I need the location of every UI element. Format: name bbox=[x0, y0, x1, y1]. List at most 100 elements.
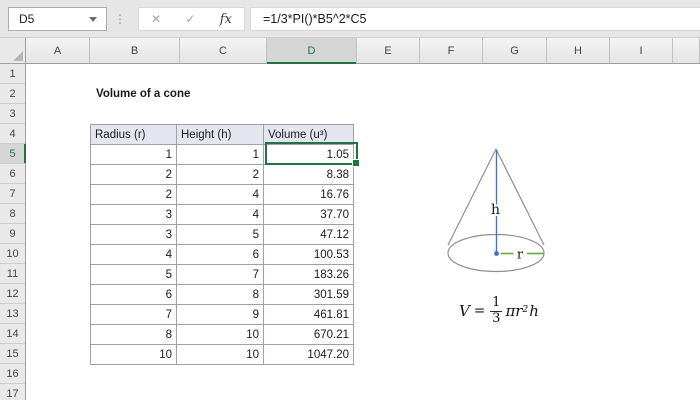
column-header-I[interactable]: I bbox=[610, 38, 673, 63]
table-cell[interactable]: 301.59 bbox=[264, 285, 354, 305]
formula-buttons: ✕ ✓ fx bbox=[138, 7, 245, 31]
fill-handle[interactable] bbox=[352, 159, 360, 167]
equation-numerator: 1 bbox=[492, 294, 501, 310]
row-header-15[interactable]: 15 bbox=[0, 344, 25, 364]
table-cell[interactable]: 10 bbox=[177, 325, 264, 345]
row-header-13[interactable]: 13 bbox=[0, 304, 25, 324]
formula-bar: D5 ⋮ ✕ ✓ fx =1/3*PI()*B5^2*C5 bbox=[0, 0, 700, 38]
row-header-17[interactable]: 17 bbox=[0, 384, 25, 400]
table-cell[interactable]: 5 bbox=[177, 225, 264, 245]
table-row: 3 4 37.70 bbox=[91, 205, 354, 225]
selected-column-underline bbox=[267, 62, 356, 64]
table-cell[interactable]: 4 bbox=[177, 205, 264, 225]
equation-fraction: 1 3 bbox=[490, 294, 503, 327]
row-header-11[interactable]: 11 bbox=[0, 264, 25, 284]
table-cell[interactable]: 16.76 bbox=[264, 185, 354, 205]
table-row: 10 10 1047.20 bbox=[91, 345, 354, 365]
column-header-partial[interactable] bbox=[673, 38, 700, 63]
column-header-A[interactable]: A bbox=[26, 38, 90, 63]
table-cell[interactable]: 10 bbox=[177, 345, 264, 365]
selected-cell-outline bbox=[265, 142, 360, 167]
row-header-14[interactable]: 14 bbox=[0, 324, 25, 344]
row-header-5[interactable]: 5 bbox=[0, 144, 26, 164]
column-headers: ABCDEFGHI bbox=[26, 38, 700, 64]
spreadsheet-grid[interactable]: ABCDEFGHI 1 2 3 4 5 6 7 8 9 10 11 12 13 14 15 16 17 Volu… bbox=[0, 38, 700, 400]
row-headers: 1 2 3 4 5 6 7 8 9 10 11 12 13 14 15 16 17 bbox=[0, 64, 26, 400]
table-cell[interactable]: 9 bbox=[177, 305, 264, 325]
column-header-G[interactable]: G bbox=[483, 38, 547, 63]
table-cell[interactable]: 1 bbox=[91, 145, 177, 165]
table-cell[interactable]: 37.70 bbox=[264, 205, 354, 225]
insert-function-icon[interactable]: fx bbox=[220, 12, 232, 27]
column-header-C[interactable]: C bbox=[180, 38, 267, 63]
table-cell[interactable]: 3 bbox=[91, 205, 177, 225]
name-box[interactable]: D5 bbox=[8, 7, 107, 31]
name-box-dropdown-icon[interactable] bbox=[89, 16, 97, 22]
row-header-4[interactable]: 4 bbox=[0, 124, 25, 144]
table-cell[interactable]: 670.21 bbox=[264, 325, 354, 345]
equation-h: h bbox=[529, 302, 539, 320]
excel-window: D5 ⋮ ✕ ✓ fx =1/3*PI()*B5^2*C5 ABCDEFGHI … bbox=[0, 0, 700, 400]
table-row: 2 4 16.76 bbox=[91, 185, 354, 205]
table-cell[interactable]: 10 bbox=[91, 345, 177, 365]
enter-icon[interactable]: ✓ bbox=[185, 12, 195, 26]
equation-lhs: V bbox=[459, 302, 470, 320]
table-cell[interactable]: 5 bbox=[91, 265, 177, 285]
equation-exponent: 2 bbox=[522, 305, 529, 315]
formula-input[interactable]: =1/3*PI()*B5^2*C5 bbox=[250, 7, 700, 31]
table-cell[interactable]: 8 bbox=[177, 285, 264, 305]
table-cell[interactable]: 1047.20 bbox=[264, 345, 354, 365]
table-cell[interactable]: 47.12 bbox=[264, 225, 354, 245]
row-header-10[interactable]: 10 bbox=[0, 244, 25, 264]
table-header-cell[interactable]: Height (h) bbox=[177, 125, 264, 145]
formula-text: =1/3*PI()*B5^2*C5 bbox=[263, 12, 367, 26]
column-header-D[interactable]: D bbox=[267, 38, 357, 64]
table-cell[interactable]: 2 bbox=[177, 165, 264, 185]
table-cell[interactable]: 6 bbox=[91, 285, 177, 305]
row-header-7[interactable]: 7 bbox=[0, 184, 25, 204]
table-cell[interactable]: 6 bbox=[177, 245, 264, 265]
table-cell[interactable]: 7 bbox=[91, 305, 177, 325]
table-cell[interactable]: 183.26 bbox=[264, 265, 354, 285]
row-header-16[interactable]: 16 bbox=[0, 364, 25, 384]
cone-diagram[interactable]: h r bbox=[435, 135, 565, 283]
name-box-value: D5 bbox=[19, 12, 35, 26]
row-header-3[interactable]: 3 bbox=[0, 104, 25, 124]
equation-text[interactable]: V = 1 3 πr 2 h bbox=[459, 290, 539, 332]
table-row: 8 10 670.21 bbox=[91, 325, 354, 345]
table-cell[interactable]: 7 bbox=[177, 265, 264, 285]
table-cell[interactable]: 2 bbox=[91, 185, 177, 205]
center-dot bbox=[494, 251, 499, 256]
row-header-2[interactable]: 2 bbox=[0, 84, 25, 104]
table-cell[interactable]: 8.38 bbox=[264, 165, 354, 185]
splitter-dots-icon[interactable]: ⋮ bbox=[113, 7, 127, 31]
table-header-cell[interactable]: Radius (r) bbox=[91, 125, 177, 145]
row-header-6[interactable]: 6 bbox=[0, 164, 25, 184]
row-header-12[interactable]: 12 bbox=[0, 284, 25, 304]
table-cell[interactable]: 4 bbox=[177, 185, 264, 205]
radius-label: r bbox=[517, 248, 524, 263]
table-cell[interactable]: 2 bbox=[91, 165, 177, 185]
table-cell[interactable]: 8 bbox=[91, 325, 177, 345]
column-header-F[interactable]: F bbox=[420, 38, 483, 63]
table-row: 3 5 47.12 bbox=[91, 225, 354, 245]
select-all-triangle-icon bbox=[13, 51, 23, 61]
column-header-H[interactable]: H bbox=[547, 38, 610, 63]
row-header-1[interactable]: 1 bbox=[0, 64, 25, 84]
table-row: 6 8 301.59 bbox=[91, 285, 354, 305]
cancel-icon[interactable]: ✕ bbox=[151, 12, 161, 26]
table-cell[interactable]: 4 bbox=[91, 245, 177, 265]
table-row: 5 7 183.26 bbox=[91, 265, 354, 285]
column-header-B[interactable]: B bbox=[90, 38, 180, 63]
sheet-title-cell[interactable]: Volume of a cone bbox=[96, 84, 190, 104]
column-header-E[interactable]: E bbox=[357, 38, 420, 63]
equation-equals: = bbox=[473, 303, 486, 319]
table-cell[interactable]: 3 bbox=[91, 225, 177, 245]
table-row: 2 2 8.38 bbox=[91, 165, 354, 185]
row-header-8[interactable]: 8 bbox=[0, 204, 25, 224]
table-cell[interactable]: 461.81 bbox=[264, 305, 354, 325]
row-header-9[interactable]: 9 bbox=[0, 224, 25, 244]
table-cell[interactable]: 100.53 bbox=[264, 245, 354, 265]
select-all-button[interactable] bbox=[0, 38, 26, 64]
table-cell[interactable]: 1 bbox=[177, 145, 264, 165]
